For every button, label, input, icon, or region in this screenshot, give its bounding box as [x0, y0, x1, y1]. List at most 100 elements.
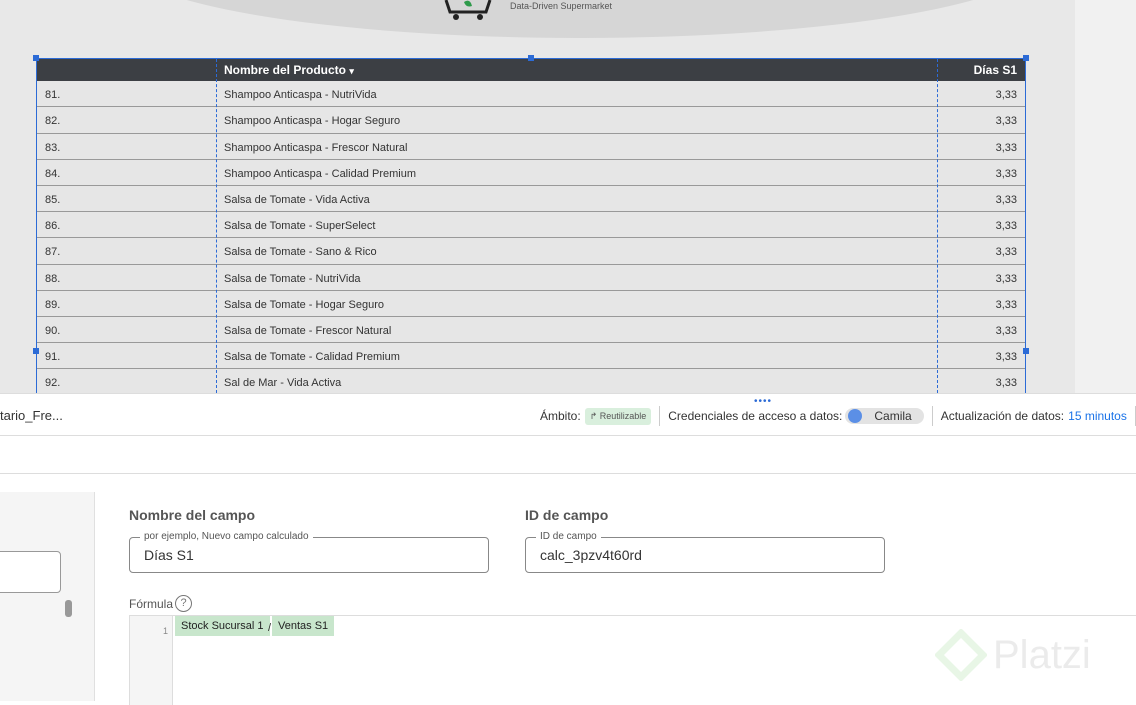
canvas-margin — [1075, 0, 1136, 393]
help-icon[interactable]: ? — [175, 595, 193, 612]
table-header: Nombre del Producto ▾ Días S1 — [37, 59, 1025, 81]
product-name: Salsa de Tomate - Sano & Rico — [224, 246, 377, 259]
row-index: 88. — [45, 272, 61, 285]
row-index: 83. — [45, 141, 61, 154]
datasource-name[interactable]: tario_Fre... — [0, 408, 63, 423]
row-index: 92. — [45, 377, 61, 390]
row-index: 89. — [45, 298, 61, 311]
formula-operator: / — [268, 622, 272, 634]
cart-logo-icon — [444, 0, 492, 20]
table-row[interactable]: 81. Shampoo Anticaspa - NutriVida 3,33 — [37, 81, 1025, 108]
dias-value: 3,33 — [995, 220, 1017, 233]
column-divider — [216, 59, 217, 393]
dias-value: 3,33 — [995, 377, 1017, 390]
row-index: 84. — [45, 167, 61, 180]
field-id-legend: ID de campo — [536, 531, 601, 542]
dias-value: 3,33 — [995, 272, 1017, 285]
dias-value: 3,33 — [995, 351, 1017, 364]
dias-value: 3,33 — [995, 246, 1017, 259]
dias-value: 3,33 — [995, 324, 1017, 337]
table-row[interactable]: 83. Shampoo Anticaspa - Frescor Natural 3,… — [37, 133, 1025, 160]
column-divider — [937, 59, 938, 393]
field-name-placeholder: por ejemplo, Nuevo campo calculado — [140, 531, 313, 542]
credentials-user-chip[interactable]: Camila — [845, 408, 924, 424]
dias-value: 3,33 — [995, 167, 1017, 180]
field-id-value: calc_3pzv4t60rd — [540, 547, 642, 563]
product-name: Shampoo Anticaspa - Calidad Premium — [224, 167, 416, 180]
table-row[interactable]: 87. Salsa de Tomate - Sano & Rico 3,33 — [37, 238, 1025, 265]
sort-icon: ▾ — [349, 66, 354, 76]
table-row[interactable]: 90. Salsa de Tomate - Frescor Natural 3,33 — [37, 316, 1025, 344]
products-table[interactable]: Nombre del Producto ▾ Días S1 80.Shampoo… — [36, 58, 1026, 393]
formula-label-text: Fórmula — [129, 596, 174, 611]
product-name: Salsa de Tomate - Hogar Seguro — [224, 298, 384, 311]
user-name: Camila — [874, 409, 912, 423]
field-id-label: ID de campo — [525, 507, 609, 523]
dias-value: 3,33 — [995, 298, 1017, 311]
field-list-panel — [0, 492, 95, 701]
resize-handle[interactable] — [1023, 55, 1029, 61]
resize-handle[interactable] — [33, 55, 39, 61]
divider — [0, 473, 1136, 474]
table-body: 80.Shampoo Anticaspa - Sano & Rico3,3381… — [37, 59, 1025, 393]
row-index: 87. — [45, 246, 61, 259]
field-id-input[interactable]: ID de campo calc_3pzv4t60rd — [525, 531, 885, 573]
column-header-product[interactable]: Nombre del Producto ▾ — [224, 63, 354, 77]
product-name: Shampoo Anticaspa - Frescor Natural — [224, 141, 408, 154]
table-row[interactable]: 85. Salsa de Tomate - Vida Activa 3,33 — [37, 185, 1025, 213]
datasource-toolbar: tario_Fre... Ámbito: ↱ Reutilizable Cred… — [0, 394, 1136, 436]
product-name: Shampoo Anticaspa - Hogar Seguro — [224, 115, 401, 128]
scope-chip[interactable]: ↱ Reutilizable — [584, 407, 652, 425]
credentials-label: Credenciales de acceso a datos: — [668, 409, 843, 423]
row-index: 91. — [45, 351, 61, 364]
row-index: 85. — [45, 193, 61, 206]
product-name: Shampoo Anticaspa - NutriVida — [224, 89, 377, 102]
table-row[interactable]: 91. Salsa de Tomate - Calidad Premium 3,33 — [37, 343, 1025, 370]
formula-token-field[interactable]: Stock Sucursal 1 — [175, 616, 270, 636]
product-name: Salsa de Tomate - Calidad Premium — [224, 351, 400, 364]
platzi-logo-icon — [935, 629, 987, 681]
table-row[interactable]: 92. Sal de Mar - Vida Activa 3,33 — [37, 369, 1025, 393]
field-search-input[interactable] — [0, 551, 61, 593]
dias-value: 3,33 — [995, 141, 1017, 154]
product-name: Salsa de Tomate - Vida Activa — [224, 193, 370, 206]
report-canvas: Data-Driven Supermarket Nombre del Produ… — [0, 0, 1136, 393]
row-index: 86. — [45, 220, 61, 233]
watermark-text: Platzi — [993, 632, 1091, 677]
row-index: 81. — [45, 89, 61, 102]
product-name: Salsa de Tomate - NutriVida — [224, 272, 361, 285]
calculated-field-panel: •••• tario_Fre... Ámbito: ↱ Reutilizable… — [0, 393, 1136, 705]
column-header-dias[interactable]: Días S1 — [974, 63, 1017, 77]
table-row[interactable]: 82. Shampoo Anticaspa - Hogar Seguro 3,33 — [37, 107, 1025, 134]
scrollbar[interactable] — [65, 600, 72, 617]
resize-handle[interactable] — [1023, 348, 1029, 354]
field-name-input[interactable]: por ejemplo, Nuevo campo calculado Días … — [129, 531, 489, 573]
dias-value: 3,33 — [995, 193, 1017, 206]
product-name: Salsa de Tomate - Frescor Natural — [224, 324, 392, 337]
table-row[interactable]: 84. Shampoo Anticaspa - Calidad Premium 3,… — [37, 159, 1025, 186]
resize-handle[interactable] — [528, 55, 534, 61]
platzi-watermark: Platzi — [935, 629, 1091, 681]
row-index: 82. — [45, 115, 61, 128]
table-row[interactable]: 88. Salsa de Tomate - NutriVida 3,33 — [37, 264, 1025, 291]
formula-label: Fórmula? — [129, 595, 193, 612]
product-name: Sal de Mar - Vida Activa — [224, 377, 342, 390]
field-name-value: Días S1 — [144, 547, 194, 563]
header-label: Nombre del Producto — [224, 63, 347, 77]
divider — [931, 406, 933, 426]
resize-handle[interactable] — [33, 348, 39, 354]
user-avatar-icon — [848, 409, 863, 423]
refresh-link[interactable]: 15 minutos — [1068, 409, 1127, 423]
product-name: Salsa de Tomate - SuperSelect — [224, 220, 376, 233]
scope-label: Ámbito: — [540, 409, 581, 423]
dias-value: 3,33 — [995, 89, 1017, 102]
refresh-label: Actualización de datos: — [940, 409, 1065, 423]
table-row[interactable]: 86. Salsa de Tomate - SuperSelect 3,33 — [37, 212, 1025, 239]
table-row[interactable]: 89. Salsa de Tomate - Hogar Seguro 3,33 — [37, 290, 1025, 317]
dias-value: 3,33 — [995, 115, 1017, 128]
field-name-label: Nombre del campo — [129, 507, 256, 523]
report-tagline: Data-Driven Supermarket — [510, 1, 613, 11]
divider — [659, 406, 661, 426]
formula-token-field[interactable]: Ventas S1 — [272, 616, 335, 636]
line-number: 1 — [130, 616, 173, 705]
